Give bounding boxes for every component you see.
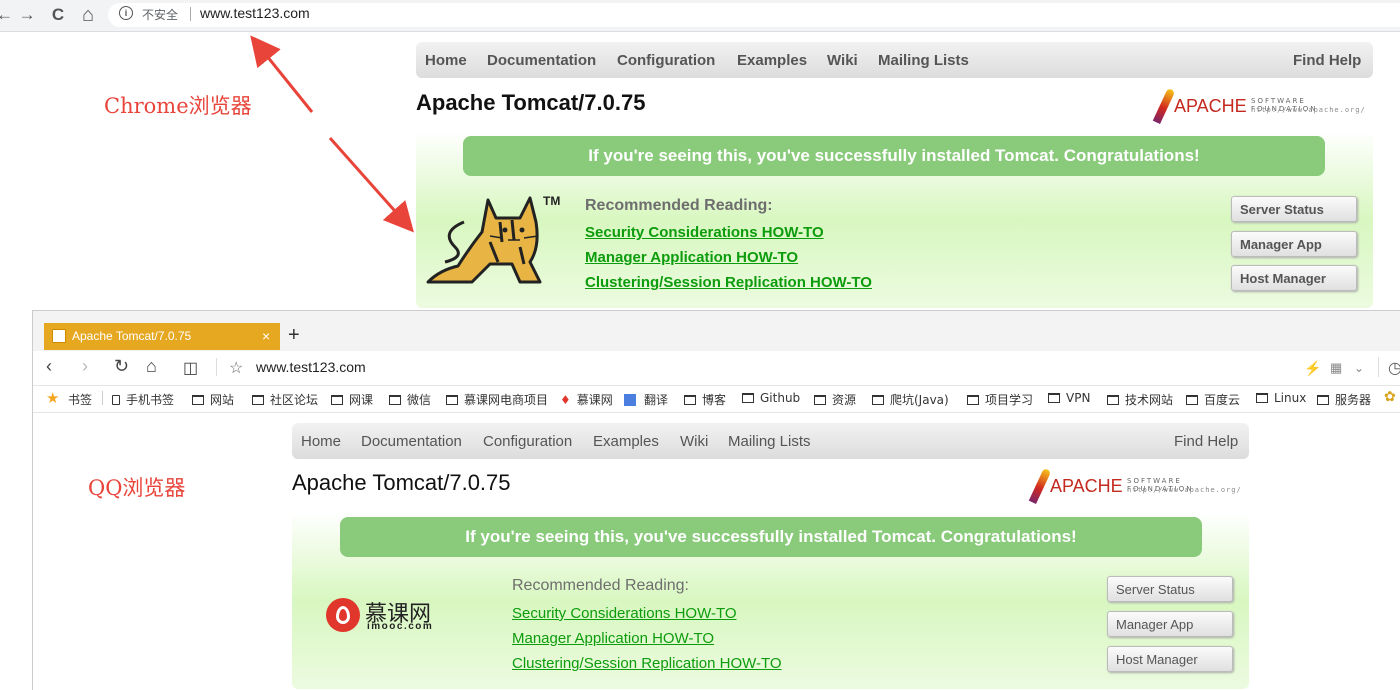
page-title: Apache Tomcat/7.0.75 [292, 470, 511, 495]
apache-feather-icon [1028, 467, 1052, 505]
imooc-domain: imooc.com [367, 621, 434, 632]
bookmark-label: 社区论坛 [270, 393, 319, 407]
bookmark-overflow-icon[interactable]: ✿ [1384, 389, 1396, 405]
bookmark-star-icon: ★ [46, 389, 60, 407]
apache-url-text: http://www.apache.org/ [1127, 486, 1242, 494]
bookmark-folder[interactable]: Github [742, 391, 800, 405]
tomcat-menu-bar: Home Documentation Configuration Example… [292, 423, 1249, 459]
bookmark-label: 翻译 [644, 393, 669, 407]
server-status-button[interactable]: Server Status [1107, 576, 1233, 602]
bookmark-folder[interactable]: 服务器 [1317, 391, 1375, 408]
imooc-logo-icon [326, 598, 360, 632]
qq-new-tab-icon[interactable]: + [288, 324, 300, 347]
menu-examples[interactable]: Examples [593, 433, 659, 450]
qq-back-icon[interactable]: ‹ [46, 356, 52, 377]
chrome-annotation: Chrome浏览器 [104, 94, 252, 118]
qq-tab-close-icon[interactable]: × [262, 323, 270, 350]
bookmark-label: 百度云 [1204, 393, 1241, 407]
recommended-reading-heading: Recommended Reading: [512, 577, 689, 594]
manager-howto-link[interactable]: Manager Application HOW-TO [512, 630, 714, 647]
bookmark-label: 网课 [349, 393, 374, 407]
qq-dropdown-icon[interactable]: ⌄ [1354, 361, 1364, 375]
bookmark-label: 网站 [210, 393, 235, 407]
bookmark-label: 慕课网 [576, 393, 613, 407]
qq-lightning-icon[interactable]: ⚡ [1304, 360, 1321, 377]
arrow-to-chrome-url [250, 35, 314, 113]
bookmark-folder[interactable]: 爬坑(Java) [872, 391, 949, 408]
qq-nav-divider [216, 358, 217, 376]
bookmark-label: 资源 [832, 393, 857, 407]
bookmark-mooc[interactable]: ♦ 慕课网 [560, 391, 613, 408]
bookmark-folder[interactable]: 百度云 [1186, 391, 1240, 408]
bookmark-folder[interactable]: VPN [1048, 391, 1090, 405]
bookmark-label: 慕课网电商项目 [464, 393, 549, 407]
bookmark-folder[interactable]: 项目学习 [967, 391, 1033, 408]
success-banner: If you're seeing this, you've successful… [340, 517, 1202, 557]
qq-active-tab[interactable]: Apache Tomcat/7.0.75 × [44, 323, 280, 350]
qq-reader-icon[interactable]: ◫ [183, 358, 198, 378]
flame-icon [336, 606, 350, 624]
qq-url-text[interactable]: www.test123.com [256, 359, 366, 375]
bookmarks-divider [102, 391, 103, 405]
bookmark-folder[interactable]: 资源 [814, 391, 856, 408]
host-manager-button[interactable]: Host Manager [1107, 646, 1233, 672]
bookmark-folder[interactable]: 博客 [684, 391, 726, 408]
bookmark-label: 手机书签 [126, 393, 175, 407]
qq-forward-icon[interactable]: › [82, 356, 88, 377]
bookmark-folder[interactable]: 慕课网电商项目 [446, 391, 548, 408]
qq-tab-favicon [52, 329, 66, 343]
bookmark-folder[interactable]: 技术网站 [1107, 391, 1173, 408]
bookmark-folder[interactable]: 社区论坛 [252, 391, 318, 408]
bookmark-label: Linux [1274, 391, 1307, 405]
bookmark-label: 爬坑(Java) [890, 393, 949, 407]
qq-right-divider [1378, 357, 1379, 377]
mooc-flame-icon: ♦ [560, 393, 571, 407]
menu-configuration[interactable]: Configuration [483, 433, 572, 450]
menu-home[interactable]: Home [301, 433, 341, 450]
menu-documentation[interactable]: Documentation [361, 433, 462, 450]
bookmark-translate[interactable]: 翻译 [624, 391, 668, 408]
security-howto-link[interactable]: Security Considerations HOW-TO [512, 605, 737, 622]
bookmark-label: Github [760, 391, 801, 405]
bookmark-folder[interactable]: 网站 [192, 391, 240, 408]
bookmark-label: 博客 [702, 393, 727, 407]
bookmark-label: 项目学习 [985, 393, 1034, 407]
bookmark-folder[interactable]: 网课 [331, 391, 373, 408]
clustering-howto-link[interactable]: Clustering/Session Replication HOW-TO [512, 655, 782, 672]
apache-logo[interactable]: APACHE SOFTWARE FOUNDATION http://www.ap… [1028, 466, 1250, 506]
bookmark-label: VPN [1066, 391, 1091, 405]
qq-qrcode-icon[interactable]: ▦ [1330, 360, 1342, 376]
manager-app-button[interactable]: Manager App [1107, 611, 1233, 637]
qq-home-icon[interactable]: ⌂ [146, 356, 157, 377]
bookmark-label: 服务器 [1335, 393, 1372, 407]
qq-reload-icon[interactable]: ↻ [114, 356, 129, 377]
qq-history-icon[interactable]: ◷ [1388, 358, 1400, 378]
bookmark-label: 技术网站 [1125, 393, 1174, 407]
menu-wiki[interactable]: Wiki [680, 433, 708, 450]
bookmark-folder[interactable]: 微信 [389, 391, 431, 408]
menu-find-help[interactable]: Find Help [1174, 433, 1238, 450]
arrow-to-tomcat-cat [328, 137, 414, 233]
translate-icon [624, 394, 636, 406]
apache-wordmark: APACHE [1050, 476, 1123, 496]
qq-tab-title: Apache Tomcat/7.0.75 [72, 329, 192, 343]
bookmark-mobile[interactable]: 手机书签 [112, 391, 174, 408]
menu-mailing-lists[interactable]: Mailing Lists [728, 433, 811, 450]
qq-annotation: QQ浏览器 [88, 476, 186, 500]
bookmark-folder[interactable]: Linux [1256, 391, 1306, 405]
bookmarks-label[interactable]: 书签 [68, 391, 92, 408]
qq-star-icon[interactable]: ☆ [229, 358, 243, 378]
bookmark-label: 微信 [407, 393, 432, 407]
